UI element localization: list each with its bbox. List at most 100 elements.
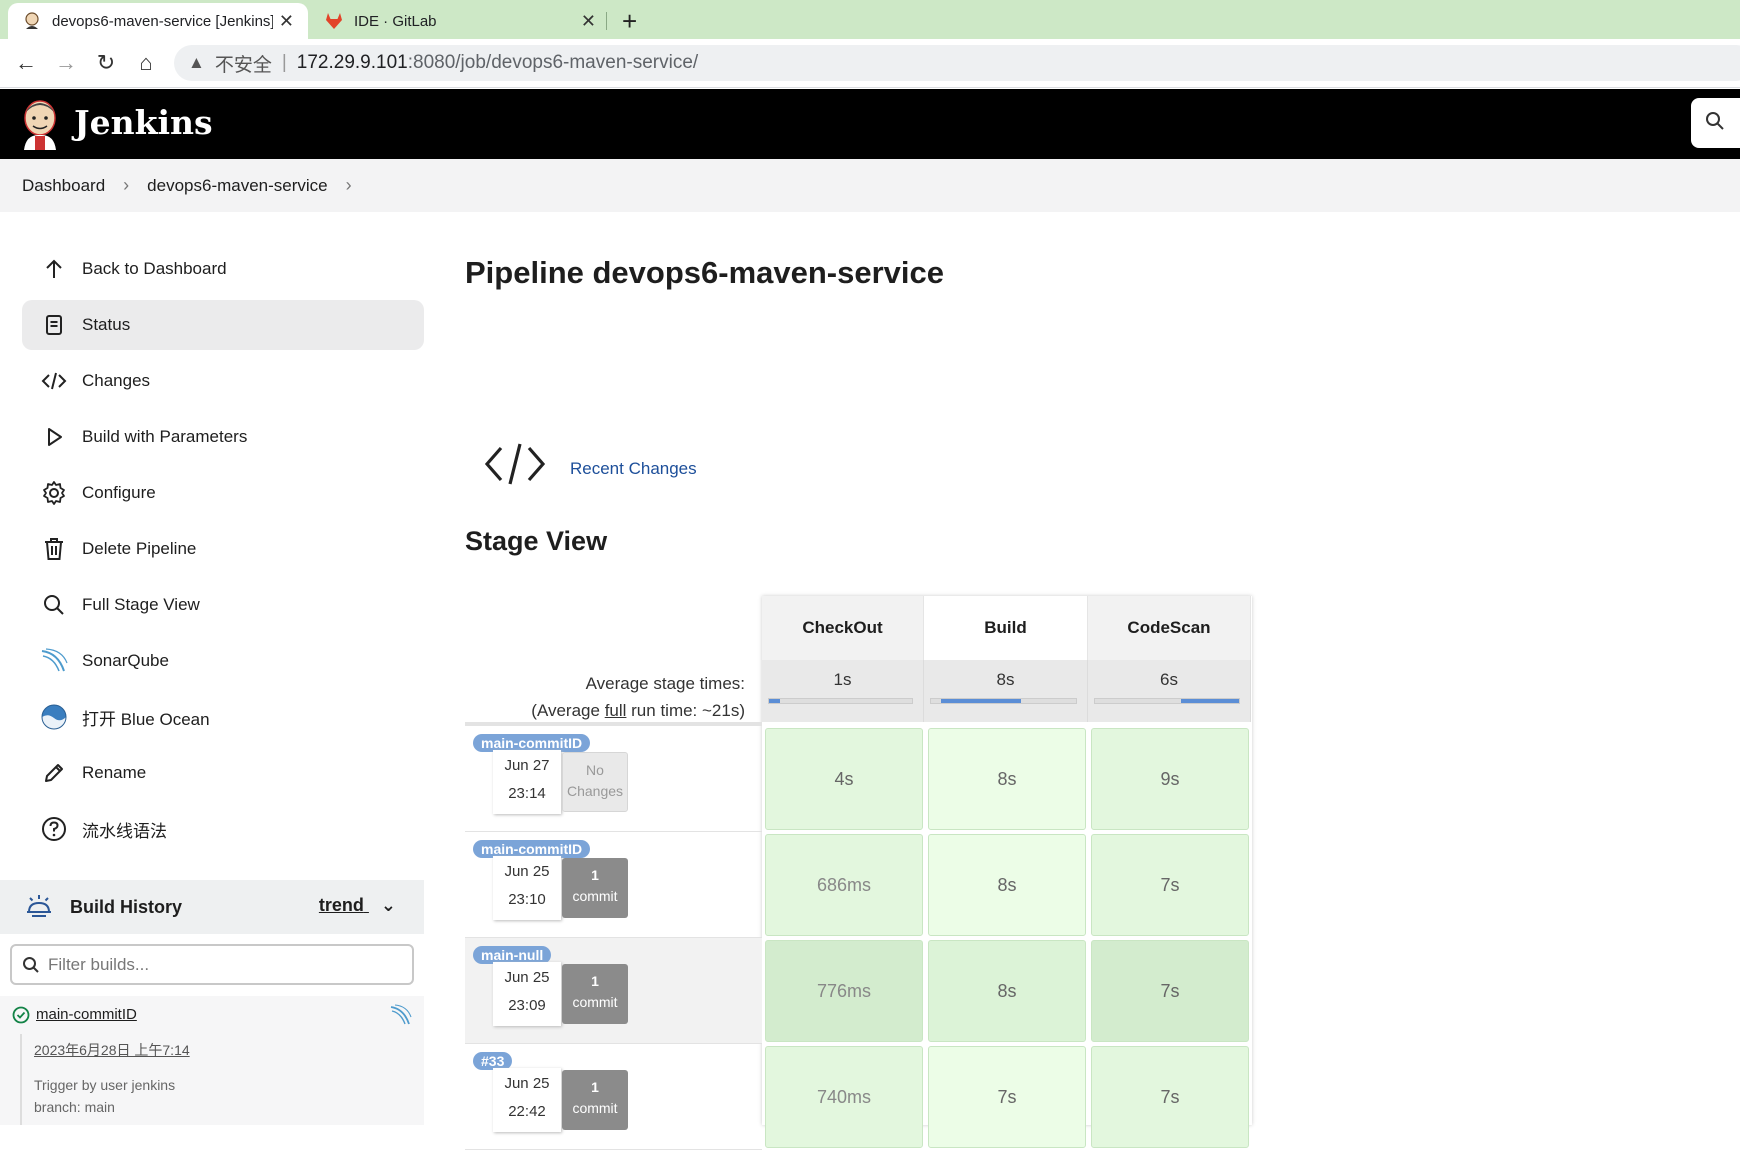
run-row[interactable]: main-commitID Jun 25 23:10 1 commit: [465, 832, 762, 938]
stage-average-checkout: 1s: [762, 660, 924, 722]
run-row[interactable]: main-null Jun 25 23:09 1 commit: [465, 938, 762, 1044]
stage-cell[interactable]: 9s: [1091, 728, 1249, 830]
stage-cell[interactable]: 7s: [1091, 1046, 1249, 1148]
run-date-time: 22:42: [508, 1103, 546, 1120]
side-panel: Back to Dashboard Status Changes Build w…: [22, 244, 424, 860]
average-stage-times-text: Average stage times:: [585, 674, 745, 693]
stage-cell[interactable]: 8s: [928, 940, 1086, 1042]
changes-count: 1: [591, 867, 599, 883]
sidebar-item-label: Delete Pipeline: [82, 539, 197, 558]
tab-gitlab[interactable]: IDE · GitLab ✕: [310, 3, 610, 39]
build-branch: branch: main: [34, 1099, 115, 1115]
address-bar[interactable]: ▲ 不安全 | 172.29.9.101:8080/job/devops6-ma…: [174, 45, 1740, 81]
avg-run-prefix: (Average: [531, 701, 605, 720]
run-row[interactable]: main-commitID Jun 27 23:14 No Changes: [465, 726, 762, 832]
changes-badge[interactable]: 1 commit: [562, 1070, 628, 1130]
header-search-button[interactable]: [1691, 98, 1740, 148]
filter-builds-field[interactable]: [10, 944, 414, 985]
tab-title: IDE · GitLab: [354, 12, 437, 30]
help-icon: [40, 815, 68, 843]
back-arrow-icon[interactable]: ←: [12, 49, 40, 77]
sidebar-item-delete-pipeline[interactable]: Delete Pipeline: [22, 524, 424, 574]
build-date-link[interactable]: 2023年6月28日 上午7:14: [34, 1040, 190, 1060]
tab-jenkins[interactable]: devops6-maven-service [Jenkins] ✕: [8, 3, 308, 39]
stage-view-title: Stage View: [465, 526, 608, 556]
build-history-entry: main-commitID 2023年6月28日 上午7:14 Trigger …: [0, 996, 424, 1125]
run-date: Jun 25 23:09: [493, 962, 561, 1026]
sidebar-item-configure[interactable]: Configure: [22, 468, 424, 518]
avg-run-suffix: run time: ~21s): [626, 701, 745, 720]
jenkins-favicon-icon: [22, 11, 42, 31]
chevron-down-icon: ⌄: [380, 895, 396, 915]
url-divider: |: [281, 52, 287, 73]
average-times-label: Average stage times: (Average full run t…: [480, 670, 745, 724]
recent-changes-link[interactable]: Recent Changes: [570, 459, 697, 479]
build-trigger: Trigger by user jenkins: [34, 1077, 176, 1093]
sidebar-item-full-stage-view[interactable]: Full Stage View: [22, 580, 424, 630]
insecure-label: 不安全: [214, 54, 272, 76]
filter-builds-input[interactable]: [48, 954, 388, 975]
stage-cell[interactable]: 7s: [1091, 940, 1249, 1042]
build-name-link[interactable]: main-commitID: [36, 1006, 137, 1023]
sidebar-item-label: Rename: [82, 763, 147, 782]
jenkins-logo-icon[interactable]: [20, 98, 60, 150]
page-title: Pipeline devops6-maven-service: [465, 255, 945, 290]
run-row[interactable]: #33 Jun 25 22:42 1 commit: [465, 1044, 762, 1150]
stage-average-bar-fill: [769, 699, 781, 703]
reload-icon[interactable]: ↻: [92, 49, 120, 77]
jenkins-title[interactable]: Jenkins: [74, 103, 213, 142]
stage-cell[interactable]: 7s: [928, 1046, 1086, 1148]
build-history-title: Build History: [70, 896, 183, 917]
stage-average-bar-fill: [1181, 699, 1239, 703]
stage-cell[interactable]: 8s: [928, 728, 1086, 830]
gitlab-favicon-icon: [324, 11, 344, 31]
stage-cell[interactable]: 740ms: [765, 1046, 923, 1148]
trend-label: trend: [318, 895, 364, 915]
jenkins-header: Jenkins: [0, 89, 1740, 159]
tab-title: devops6-maven-service [Jenkins]: [52, 12, 273, 30]
changes-badge[interactable]: No Changes: [562, 752, 628, 812]
new-tab-icon[interactable]: +: [622, 6, 637, 36]
sidebar-item-sonarqube[interactable]: SonarQube: [22, 636, 424, 686]
breadcrumb-job[interactable]: devops6-maven-service: [147, 176, 327, 196]
stage-cell[interactable]: 7s: [1091, 834, 1249, 936]
build-history-icon: [24, 892, 54, 922]
forward-arrow-icon[interactable]: →: [52, 49, 80, 77]
stage-cell[interactable]: 686ms: [765, 834, 923, 936]
stage-header-codescan: CodeScan: [1088, 596, 1251, 660]
sidebar-item-status[interactable]: Status: [22, 300, 424, 350]
sidebar-item-rename[interactable]: Rename: [22, 748, 424, 798]
changes-count: 1: [591, 973, 599, 989]
breadcrumb-dashboard[interactable]: Dashboard: [22, 176, 105, 196]
stage-header-build: Build: [924, 596, 1088, 660]
close-tab-icon[interactable]: ✕: [581, 11, 596, 32]
run-date-time: 23:14: [508, 785, 546, 802]
home-icon[interactable]: ⌂: [132, 49, 160, 77]
sidebar-item-label: Configure: [82, 483, 156, 502]
changes-label: commit: [572, 1100, 618, 1116]
stage-cell[interactable]: 776ms: [765, 940, 923, 1042]
changes-badge[interactable]: 1 commit: [562, 964, 628, 1024]
sidebar-item-back-to-dashboard[interactable]: Back to Dashboard: [22, 244, 424, 294]
sidebar-item-build-with-parameters[interactable]: Build with Parameters: [22, 412, 424, 462]
search-icon: [1705, 111, 1725, 136]
success-icon: [12, 1006, 30, 1029]
run-date-time: 23:09: [508, 997, 546, 1014]
chevron-right-icon[interactable]: ›: [346, 175, 352, 196]
sidebar-item-pipeline-syntax[interactable]: 流水线语法: [22, 804, 424, 854]
sonarqube-icon[interactable]: [390, 1004, 412, 1031]
timeline-line: [20, 1034, 22, 1125]
full-run-link[interactable]: full: [605, 701, 627, 720]
stage-cell[interactable]: 4s: [765, 728, 923, 830]
stage-cell[interactable]: 8s: [928, 834, 1086, 936]
search-icon: [40, 591, 68, 619]
changes-label: commit: [572, 994, 618, 1010]
sidebar-item-changes[interactable]: Changes: [22, 356, 424, 406]
changes-badge[interactable]: 1 commit: [562, 858, 628, 918]
close-tab-icon[interactable]: ✕: [279, 11, 294, 32]
stage-average-time: 1s: [833, 670, 852, 689]
stage-average-time: 6s: [1160, 670, 1178, 689]
sidebar-item-blue-ocean[interactable]: 打开 Blue Ocean: [22, 692, 424, 742]
run-date-day: Jun 25: [504, 863, 550, 880]
trend-link[interactable]: trend ⌄: [319, 895, 396, 916]
